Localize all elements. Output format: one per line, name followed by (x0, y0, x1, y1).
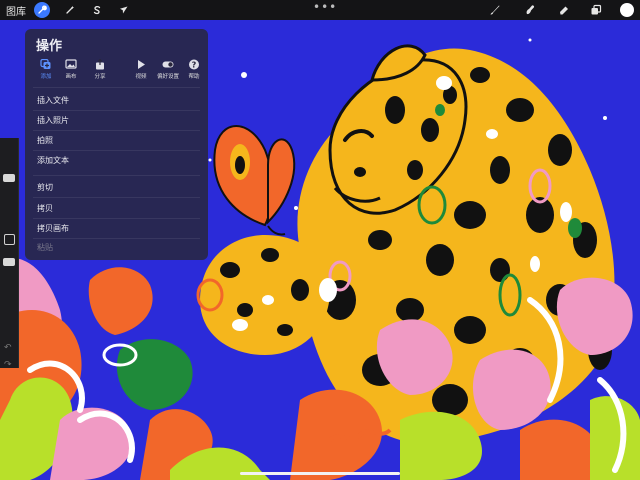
wrench-icon (38, 5, 47, 14)
menu-take-photo[interactable]: 拍照 (37, 135, 197, 146)
toggle-icon (162, 61, 174, 68)
gallery-button[interactable]: 图库 (6, 3, 26, 18)
tab-share-label: 分享 (94, 74, 106, 80)
menu-cut[interactable]: 剪切 (37, 182, 197, 193)
panel-title: 操作 (36, 39, 63, 54)
eraser-icon (560, 6, 568, 15)
actions-wrench-button[interactable] (34, 2, 50, 18)
divider (33, 218, 200, 219)
tab-canvas-label: 画布 (65, 74, 77, 80)
play-icon (138, 60, 145, 69)
menu-insert-photo[interactable]: 插入照片 (37, 115, 197, 126)
divider (33, 175, 200, 176)
brush-icon (490, 5, 500, 15)
more-options-dots[interactable]: ••• (313, 0, 337, 14)
selection-s-icon (93, 5, 101, 15)
layers-button[interactable] (588, 2, 604, 18)
divider (33, 130, 200, 131)
smudge-button[interactable] (522, 2, 538, 18)
smudge-icon (526, 5, 535, 15)
canvas-icon (65, 59, 77, 69)
tab-share[interactable]: 分享 (87, 59, 113, 80)
selection-button[interactable] (89, 2, 105, 18)
divider (33, 87, 200, 88)
eraser-button[interactable] (556, 2, 572, 18)
tab-preferences[interactable]: 偏好设置 (155, 59, 181, 80)
svg-text:?: ? (192, 60, 197, 69)
tab-add[interactable]: 添加 (33, 59, 59, 80)
tab-video[interactable]: 视频 (128, 59, 154, 80)
actions-panel: 操作 添加 画布 分享 视频 偏好设置 ? 帮助 插入文件 插入照片 拍照 添加… (25, 29, 208, 260)
tab-canvas[interactable]: 画布 (58, 59, 84, 80)
tab-video-label: 视频 (135, 74, 147, 80)
divider (33, 238, 200, 239)
opacity-slider[interactable] (3, 258, 15, 266)
tab-help-label: 帮助 (188, 74, 200, 80)
actions-tabs: 添加 画布 分享 视频 偏好设置 ? 帮助 (33, 59, 203, 81)
transform-button[interactable] (116, 2, 132, 18)
arrow-cursor-icon (120, 6, 128, 14)
magic-wand-icon (66, 6, 74, 14)
help-icon: ? (189, 59, 199, 70)
home-indicator[interactable] (240, 472, 400, 475)
adjustments-button[interactable] (62, 2, 78, 18)
left-sidebar: ↶ ↷ (0, 138, 19, 370)
tab-preferences-label: 偏好设置 (156, 74, 179, 80)
brush-size-slider[interactable] (3, 174, 15, 182)
modify-button[interactable] (4, 234, 15, 245)
add-icon (40, 59, 51, 69)
menu-paste[interactable]: 粘贴 (37, 242, 197, 253)
top-toolbar: 图库 ••• (0, 0, 640, 20)
menu-copy-canvas[interactable]: 拷贝画布 (37, 223, 197, 234)
menu-copy[interactable]: 拷贝 (37, 203, 197, 214)
share-icon (96, 59, 104, 70)
layers-icon (591, 4, 602, 15)
menu-insert-file[interactable]: 插入文件 (37, 95, 197, 106)
tab-add-label: 添加 (40, 74, 52, 80)
undo-icon[interactable]: ↶ (4, 343, 12, 353)
divider (33, 110, 200, 111)
brush-button[interactable] (487, 2, 503, 18)
divider (33, 197, 200, 198)
divider (33, 150, 200, 151)
color-button[interactable] (620, 3, 634, 17)
menu-add-text[interactable]: 添加文本 (37, 155, 197, 166)
redo-icon[interactable]: ↷ (4, 360, 12, 370)
tab-help[interactable]: ? 帮助 (181, 59, 207, 80)
